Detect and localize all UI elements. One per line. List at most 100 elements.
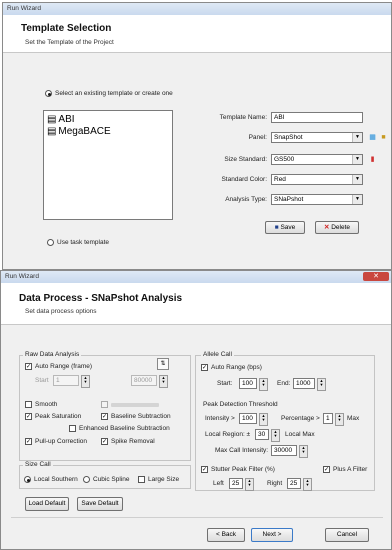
smooth-checkbox[interactable] bbox=[25, 401, 32, 408]
button-bar-divider bbox=[11, 517, 383, 518]
percentage-spinner[interactable]: ▲ ▼ bbox=[335, 413, 344, 426]
template-list[interactable]: ▤ ABI ▤ MegaBACE bbox=[43, 110, 173, 220]
allele-end-label: End: bbox=[277, 380, 291, 387]
save-button[interactable]: ■ Save bbox=[265, 221, 305, 234]
left-field[interactable]: 25 bbox=[229, 478, 243, 489]
auto-range-frame-label: Auto Range (frame) bbox=[35, 363, 93, 370]
local-southern-radio[interactable] bbox=[24, 476, 31, 483]
max-call-intensity-label: Max Call Intensity: bbox=[215, 447, 269, 454]
allele-start-label: Start: bbox=[217, 380, 233, 387]
page-subtitle: Set data process options bbox=[25, 308, 97, 315]
template-list-item[interactable]: ▤ ABI bbox=[47, 114, 75, 126]
auto-range-bps-checkbox[interactable]: ✓ bbox=[201, 364, 208, 371]
analysis-type-label: Analysis Type: bbox=[225, 196, 267, 203]
file-icon: ▤ bbox=[47, 114, 57, 125]
auto-range-bps-label: Auto Range (bps) bbox=[211, 364, 262, 371]
size-standard-select[interactable]: GS500 ▼ bbox=[271, 154, 363, 165]
close-button[interactable]: ✕ bbox=[363, 272, 389, 281]
analysis-type-select[interactable]: SNaPshot ▼ bbox=[271, 194, 363, 205]
page-subtitle: Set the Template of the Project bbox=[25, 39, 114, 46]
template-name: MegaBACE bbox=[58, 126, 111, 137]
panel-label: Panel: bbox=[248, 134, 267, 141]
start-label: Start bbox=[35, 377, 49, 384]
folder-icon[interactable]: ■ bbox=[379, 133, 388, 142]
peak-saturation-label: Peak Saturation bbox=[35, 413, 82, 420]
large-size-checkbox[interactable] bbox=[138, 476, 145, 483]
delete-button-label: Delete bbox=[331, 224, 351, 231]
standard-color-select[interactable]: Red ▼ bbox=[271, 174, 363, 185]
disabled-option-checkbox[interactable] bbox=[101, 401, 108, 408]
raw-start-spinner[interactable]: ▲ ▼ bbox=[81, 375, 90, 388]
cancel-button[interactable]: Cancel bbox=[325, 528, 369, 542]
template-name-label: Template Name: bbox=[219, 114, 267, 121]
standard-color-label: Standard Color: bbox=[221, 176, 267, 183]
allele-start-spinner[interactable]: ▲ ▼ bbox=[259, 378, 268, 391]
allele-end-field[interactable]: 1000 bbox=[293, 378, 315, 389]
local-southern-label: Local Southern bbox=[34, 476, 78, 483]
size-standard-chart-icon[interactable]: ▮ bbox=[368, 155, 377, 164]
intensity-field[interactable]: 100 bbox=[239, 413, 257, 424]
template-name-field[interactable]: ABI bbox=[271, 112, 363, 123]
local-max-label: Local Max bbox=[285, 431, 315, 438]
save-icon: ■ bbox=[274, 224, 279, 231]
auto-range-frame-checkbox[interactable]: ✓ bbox=[25, 363, 32, 370]
delete-button[interactable]: ✕ Delete bbox=[315, 221, 359, 234]
window-titlebar: Run Wizard bbox=[3, 3, 391, 15]
chevron-down-icon: ▼ bbox=[352, 133, 362, 142]
disabled-option-label bbox=[111, 403, 159, 407]
allele-call-label: Allele Call bbox=[201, 351, 234, 358]
max-call-intensity-field[interactable]: 30000 bbox=[271, 445, 297, 456]
back-button[interactable]: < Back bbox=[207, 528, 245, 542]
large-size-label: Large Size bbox=[148, 476, 180, 483]
window-titlebar: Run Wizard bbox=[1, 271, 391, 283]
wizard-header: Data Process - SNaPshot Analysis Set dat… bbox=[1, 283, 391, 325]
window-title: Run Wizard bbox=[5, 273, 39, 280]
percentage-field[interactable]: 1 bbox=[323, 413, 333, 424]
local-region-field[interactable]: 30 bbox=[255, 429, 269, 440]
chevron-down-icon: ▼ bbox=[352, 155, 362, 164]
panel-edit-icon[interactable]: ▦ bbox=[368, 133, 377, 142]
size-standard-value: GS500 bbox=[274, 156, 295, 163]
enhanced-baseline-label: Enhanced Baseline Subtraction bbox=[79, 425, 170, 432]
max-call-intensity-spinner[interactable]: ▲ ▼ bbox=[299, 445, 308, 458]
panel-value: SnapShot bbox=[274, 134, 303, 141]
cubic-spline-radio[interactable] bbox=[83, 476, 90, 483]
data-process-window: Run Wizard ✕ Data Process - SNaPshot Ana… bbox=[0, 270, 392, 550]
spike-removal-checkbox[interactable]: ✓ bbox=[101, 438, 108, 445]
chevron-down-icon: ▼ bbox=[352, 195, 362, 204]
right-spinner[interactable]: ▲ ▼ bbox=[303, 478, 312, 491]
use-task-template-label: Use task template bbox=[57, 239, 110, 246]
raw-data-analysis-group bbox=[19, 355, 191, 461]
pullup-correction-checkbox[interactable]: ✓ bbox=[25, 438, 32, 445]
local-region-spinner[interactable]: ▲ ▼ bbox=[271, 429, 280, 442]
raw-start-field[interactable]: 1 bbox=[53, 375, 79, 386]
next-button[interactable]: Next > bbox=[251, 528, 293, 542]
panel-select[interactable]: SnapShot ▼ bbox=[271, 132, 363, 143]
enhanced-baseline-checkbox[interactable] bbox=[69, 425, 76, 432]
use-task-template-radio[interactable] bbox=[47, 239, 54, 246]
range-calculate-icon[interactable]: ⇅ bbox=[157, 358, 169, 370]
smooth-label: Smooth bbox=[35, 401, 58, 408]
stutter-peak-filter-checkbox[interactable]: ✓ bbox=[201, 466, 208, 473]
max-label: Max bbox=[347, 415, 360, 422]
baseline-subtraction-checkbox[interactable]: ✓ bbox=[101, 413, 108, 420]
load-default-button[interactable]: Load Default bbox=[25, 497, 69, 511]
intensity-spinner[interactable]: ▲ ▼ bbox=[259, 413, 268, 426]
intensity-label: Intensity > bbox=[205, 415, 235, 422]
right-field[interactable]: 25 bbox=[287, 478, 301, 489]
left-spinner[interactable]: ▲ ▼ bbox=[245, 478, 254, 491]
allele-end-spinner[interactable]: ▲ ▼ bbox=[317, 378, 326, 391]
cubic-spline-label: Cubic Spline bbox=[93, 476, 130, 483]
page-title: Data Process - SNaPshot Analysis bbox=[19, 293, 183, 304]
pullup-correction-label: Pull-up Correction bbox=[35, 438, 88, 445]
peak-saturation-checkbox[interactable]: ✓ bbox=[25, 413, 32, 420]
raw-end-field[interactable]: 80000 bbox=[131, 375, 157, 386]
percentage-label: Percentage > bbox=[281, 415, 320, 422]
save-default-button[interactable]: Save Default bbox=[77, 497, 123, 511]
local-region-label: Local Region: ± bbox=[205, 431, 251, 438]
raw-end-spinner[interactable]: ▲ ▼ bbox=[159, 375, 168, 388]
plus-a-filter-checkbox[interactable]: ✓ bbox=[323, 466, 330, 473]
allele-start-field[interactable]: 100 bbox=[239, 378, 257, 389]
template-list-item[interactable]: ▤ MegaBACE bbox=[47, 126, 111, 138]
select-existing-radio[interactable] bbox=[45, 90, 52, 97]
